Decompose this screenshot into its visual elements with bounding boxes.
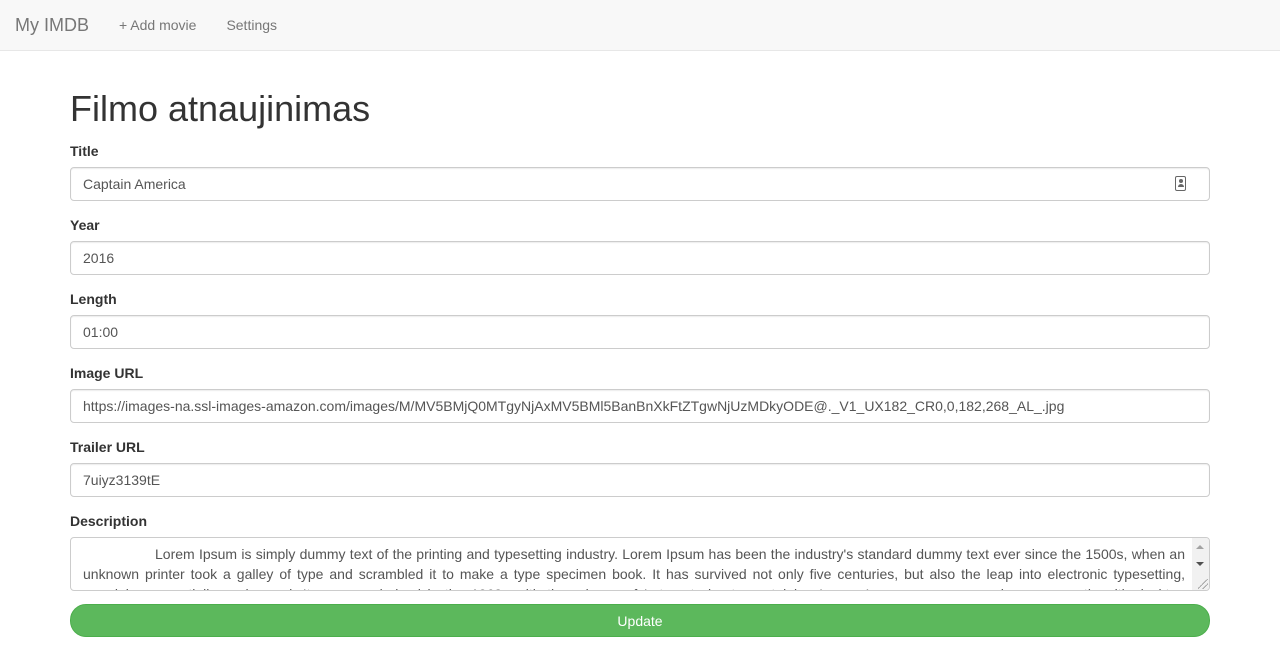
top-navbar: My IMDB + Add movie Settings (0, 0, 1280, 51)
length-input[interactable] (70, 315, 1210, 349)
trailer-url-label: Trailer URL (70, 439, 145, 455)
main-container: Filmo atnaujinimas Title Year Length Ima… (70, 51, 1210, 637)
update-button[interactable]: Update (70, 604, 1210, 637)
title-label: Title (70, 143, 99, 159)
description-label: Description (70, 513, 148, 529)
scroll-up-arrow-icon[interactable] (1196, 545, 1204, 549)
year-input[interactable] (70, 241, 1210, 275)
trailer-url-form-group: Trailer URL (70, 437, 1210, 497)
nav-settings-link[interactable]: Settings (226, 17, 277, 33)
length-form-group: Length (70, 289, 1210, 349)
autofill-contact-icon[interactable] (1175, 176, 1186, 191)
length-label: Length (70, 291, 117, 307)
description-text[interactable]: Lorem Ipsum is simply dummy text of the … (83, 544, 1185, 590)
year-label: Year (70, 217, 100, 233)
scroll-down-arrow-icon[interactable] (1196, 562, 1204, 566)
image-url-form-group: Image URL (70, 363, 1210, 423)
title-input[interactable] (70, 167, 1210, 201)
trailer-url-input[interactable] (70, 463, 1210, 497)
resize-grip-icon[interactable] (1198, 579, 1208, 589)
description-form-group: Description Lorem Ipsum is simply dummy … (70, 511, 1210, 591)
brand-link[interactable]: My IMDB (15, 15, 89, 36)
nav-add-movie-link[interactable]: + Add movie (119, 17, 196, 33)
image-url-input[interactable] (70, 389, 1210, 423)
page-title: Filmo atnaujinimas (70, 88, 371, 129)
title-form-group: Title (70, 141, 1210, 201)
year-form-group: Year (70, 215, 1210, 275)
description-textarea[interactable]: Lorem Ipsum is simply dummy text of the … (70, 537, 1210, 591)
image-url-label: Image URL (70, 365, 144, 381)
